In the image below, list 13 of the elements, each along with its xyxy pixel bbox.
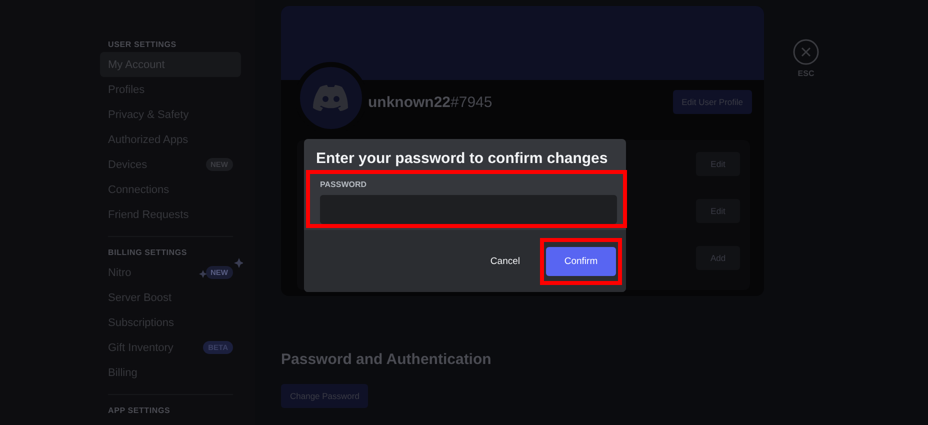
controller-icon [313, 85, 349, 111]
dialog-title: Enter your password to confirm changes [315, 149, 609, 167]
sparkle-icon [199, 258, 243, 280]
password-field[interactable] [320, 195, 617, 224]
section-title: Password and Authentication [281, 351, 492, 368]
section-heading: USER SETTINGS [107, 39, 178, 51]
username: unknown22#7945 [368, 94, 492, 110]
confirm-button[interactable]: Confirm [546, 246, 616, 276]
cancel-button[interactable]: Cancel [482, 250, 528, 272]
field-label: PASSWORD [320, 180, 368, 189]
close-icon[interactable] [793, 39, 819, 65]
section-heading: BILLING SETTINGS [107, 247, 188, 259]
section-heading: APP SETTINGS [107, 405, 172, 417]
